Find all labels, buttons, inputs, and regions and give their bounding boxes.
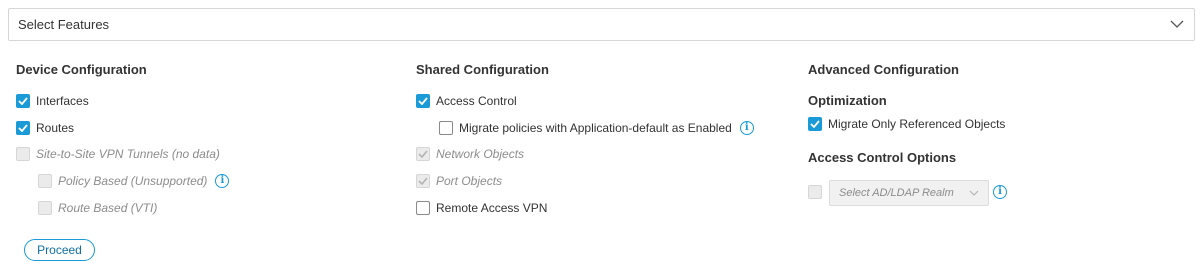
network-objects-checkbox [416, 147, 430, 161]
route-based-checkbox [38, 201, 52, 215]
port-objects-checkbox [416, 174, 430, 188]
routes-option[interactable]: Routes [16, 120, 74, 136]
network-objects-label: Network Objects [436, 147, 525, 161]
routes-label: Routes [36, 121, 75, 135]
access-control-checkbox[interactable] [416, 94, 430, 108]
port-objects-option: Port Objects [416, 173, 502, 189]
migrate-referenced-objects-option[interactable]: Migrate Only Referenced Objects [808, 116, 1005, 132]
interfaces-label: Interfaces [36, 94, 89, 108]
port-objects-label: Port Objects [436, 174, 503, 188]
site-to-site-vpn-checkbox [16, 147, 30, 161]
site-to-site-vpn-label: Site-to-Site VPN Tunnels (no data) [36, 147, 220, 161]
remote-access-vpn-label: Remote Access VPN [436, 201, 548, 215]
shared-configuration-heading: Shared Configuration [416, 62, 549, 77]
chevron-down-icon [969, 187, 979, 199]
remote-access-vpn-checkbox[interactable] [416, 201, 430, 215]
access-control-label: Access Control [436, 94, 517, 108]
info-icon[interactable]: i [739, 121, 754, 135]
interfaces-checkbox[interactable] [16, 94, 30, 108]
routes-checkbox[interactable] [16, 121, 30, 135]
interfaces-option[interactable]: Interfaces [16, 93, 89, 109]
device-configuration-heading: Device Configuration [16, 62, 147, 77]
advanced-configuration-heading: Advanced Configuration [808, 62, 959, 77]
policy-based-checkbox [38, 174, 52, 188]
realm-select-placeholder: Select AD/LDAP Realm [839, 187, 954, 199]
migrate-policies-label: Migrate policies with Application-defaul… [459, 121, 732, 135]
policy-based-option: Policy Based (Unsupported) i [38, 173, 230, 189]
select-features-label: Select Features [18, 17, 110, 32]
migrate-referenced-objects-checkbox[interactable] [808, 117, 822, 131]
select-features-dropdown[interactable]: Select Features [8, 8, 1195, 41]
proceed-button[interactable]: Proceed [24, 239, 95, 261]
chevron-down-icon[interactable] [1170, 20, 1184, 29]
info-icon[interactable]: i [215, 174, 230, 188]
site-to-site-vpn-option: Site-to-Site VPN Tunnels (no data) [16, 146, 220, 162]
route-based-label: Route Based (VTI) [58, 201, 158, 215]
access-control-options-heading: Access Control Options [808, 150, 957, 165]
access-control-option[interactable]: Access Control [416, 93, 517, 109]
shared-configuration-section: Shared Configuration [416, 62, 549, 78]
advanced-configuration-section: Advanced Configuration [808, 62, 959, 78]
migrate-referenced-objects-label: Migrate Only Referenced Objects [828, 117, 1006, 131]
policy-based-label: Policy Based (Unsupported) [58, 174, 208, 188]
device-configuration-section: Device Configuration [16, 62, 147, 78]
realm-checkbox [808, 185, 822, 199]
info-icon[interactable]: i [993, 185, 1007, 199]
migrate-policies-option[interactable]: Migrate policies with Application-defaul… [439, 120, 754, 136]
route-based-option: Route Based (VTI) [38, 200, 157, 216]
remote-access-vpn-option[interactable]: Remote Access VPN [416, 200, 547, 216]
optimization-heading: Optimization [808, 93, 887, 108]
realm-select: Select AD/LDAP Realm [829, 180, 989, 206]
network-objects-option: Network Objects [416, 146, 524, 162]
migrate-policies-checkbox[interactable] [439, 121, 453, 135]
